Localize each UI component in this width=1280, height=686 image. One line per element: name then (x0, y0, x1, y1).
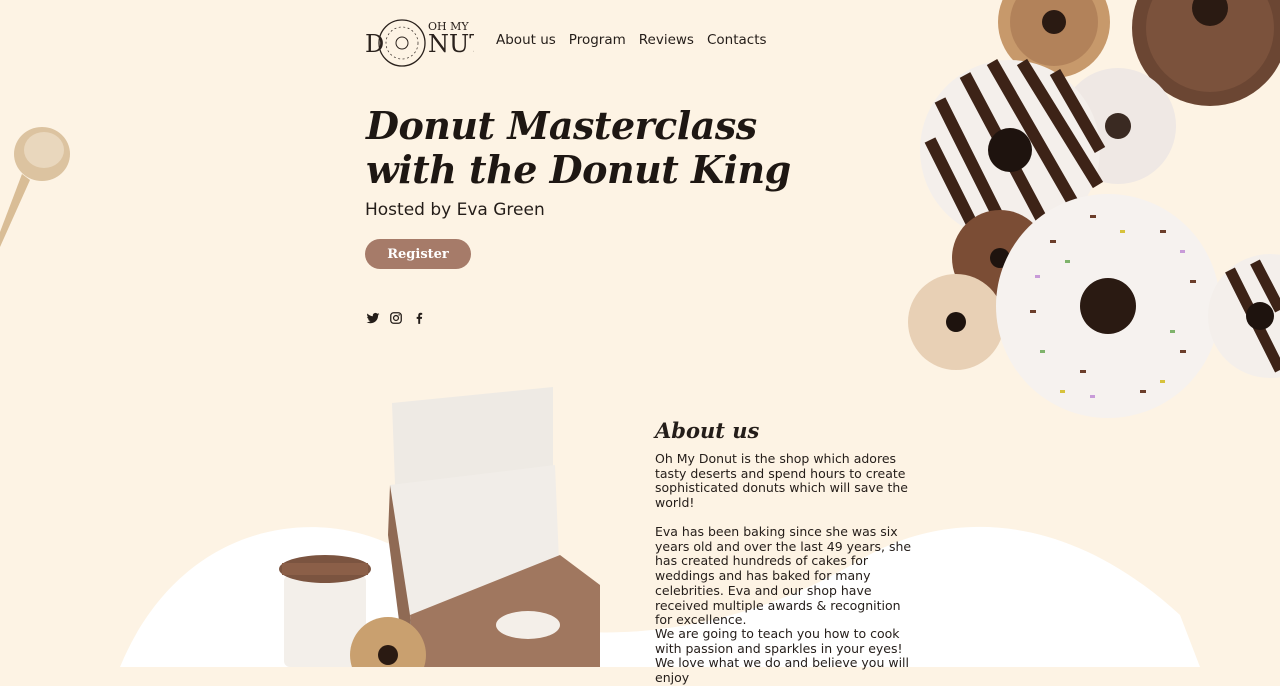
hero-title: Donut Masterclass with the Donut King (366, 103, 791, 192)
oh-my-donut-logo[interactable]: D OH MY NUT (362, 16, 474, 70)
facebook-icon[interactable] (412, 310, 426, 326)
register-button[interactable]: Register (365, 239, 471, 269)
twitter-icon[interactable] (366, 310, 380, 326)
nav-contacts[interactable]: Contacts (707, 32, 767, 48)
hero-title-line-1: Donut Masterclass (366, 103, 757, 148)
donuts-image (908, 0, 1280, 418)
main-nav: About us Program Reviews Contacts (496, 32, 767, 48)
background-wave (120, 526, 1200, 667)
nav-reviews[interactable]: Reviews (639, 32, 694, 48)
instagram-icon[interactable] (389, 310, 403, 326)
wooden-spoon-image (0, 127, 70, 247)
about-paragraph-1: Oh My Donut is the shop which adores tas… (655, 451, 908, 511)
svg-text:NUT: NUT (428, 30, 474, 58)
about-paragraph-3: We are going to teach you how to cook wi… (655, 626, 909, 686)
nav-program[interactable]: Program (569, 32, 626, 48)
hero-title-line-2: with the Donut King (366, 147, 791, 192)
about-paragraph-2: Eva has been baking since she was six ye… (655, 524, 912, 628)
about-title: About us (655, 418, 760, 443)
donut-box-and-cup-image (279, 387, 600, 667)
nav-about-us[interactable]: About us (496, 32, 556, 48)
hero-host: Hosted by Eva Green (365, 200, 545, 220)
social-links (366, 310, 426, 326)
